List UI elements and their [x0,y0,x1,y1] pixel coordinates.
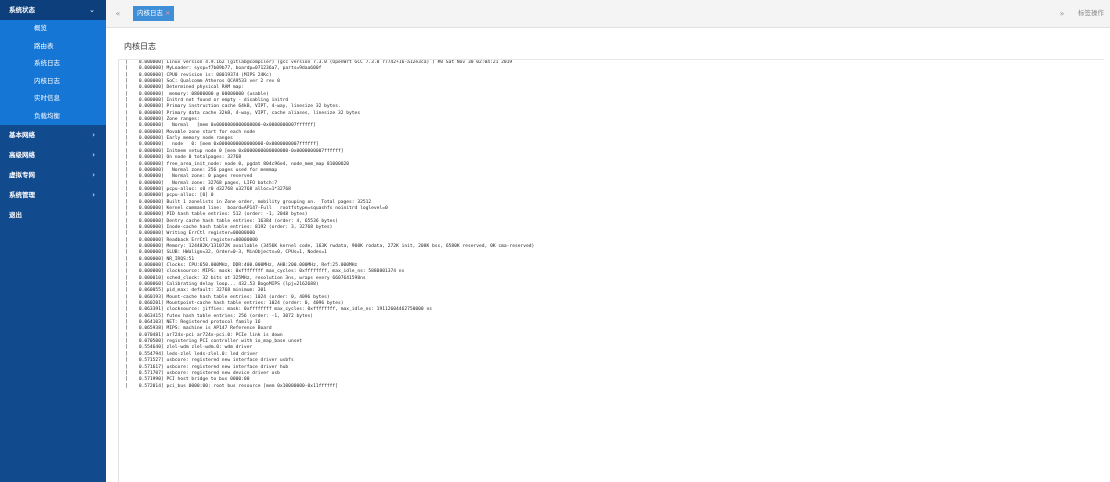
chevron-down-icon: ⌄ [89,6,95,14]
close-icon[interactable]: × [165,9,170,17]
menu-vpn-label: 虚拟专网 [9,171,35,179]
menu-system-management-label: 系统管理 [9,191,35,199]
chevron-right-icon: › [92,151,95,159]
kernel-log-list: [ 0.000000] Linux version 4.9.162 (gitla… [119,60,1101,390]
chevron-right-icon: › [92,191,95,199]
menu-basic-network-label: 基本网络 [9,131,35,139]
tab-kernel-log[interactable]: 内核日志 × [133,6,175,21]
submenu-item-overview[interactable]: 概览 [0,20,106,38]
tab-bar: « 内核日志 × » 标签操作 [106,0,1110,28]
menu-advanced-network[interactable]: 高级网络 › [0,145,106,165]
submenu-item-load-balance[interactable]: 负载均衡 [0,108,106,126]
sidebar: 系统状态 ⌄ 概览 路由表 系统日志 内核日志 实时信息 负载均衡 基本网络 ›… [0,0,106,482]
submenu-item-routing-table[interactable]: 路由表 [0,38,106,56]
tab-scroll-left-icon[interactable]: « [108,0,128,27]
menu-system-status[interactable]: 系统状态 ⌄ [0,0,106,20]
menu-logout[interactable]: 退出 [0,205,106,225]
menu-logout-label: 退出 [9,211,22,219]
tab-scroll-right-icon[interactable]: » [1052,0,1072,27]
menu-vpn[interactable]: 虚拟专网 › [0,165,106,185]
submenu-system-status: 概览 路由表 系统日志 内核日志 实时信息 负载均衡 [0,20,106,125]
chevron-right-icon: › [92,171,95,179]
menu-system-management[interactable]: 系统管理 › [0,185,106,205]
main-content: 内核日志 [ 0.000000] Linux version 4.9.162 (… [106,28,1110,482]
page-title: 内核日志 [124,42,156,51]
menu-basic-network[interactable]: 基本网络 › [0,125,106,145]
submenu-item-system-log[interactable]: 系统日志 [0,55,106,73]
submenu-item-realtime-info[interactable]: 实时信息 [0,90,106,108]
log-line: [ 0.572014] pci_bus 0000:00: root bus re… [125,383,338,389]
submenu-item-kernel-log[interactable]: 内核日志 [0,73,106,91]
tab-operations-button[interactable]: 标签操作 [1078,0,1104,27]
tab-kernel-log-label: 内核日志 [137,9,163,17]
kernel-log-panel[interactable]: [ 0.000000] Linux version 4.9.162 (gitla… [118,60,1101,482]
menu-advanced-network-label: 高级网络 [9,151,35,159]
chevron-right-icon: › [92,131,95,139]
menu-system-status-label: 系统状态 [9,6,35,14]
